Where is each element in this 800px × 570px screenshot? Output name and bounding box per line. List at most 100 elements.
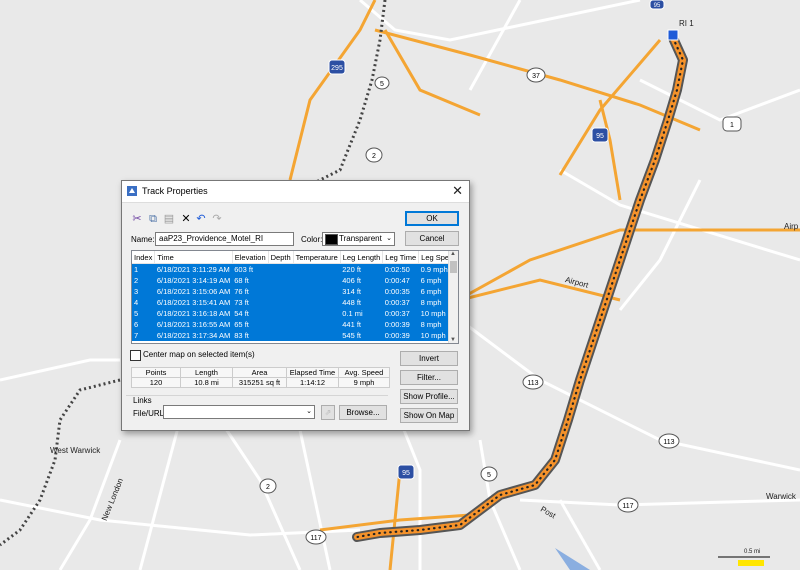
center-map-label: Center map on selected item(s) bbox=[143, 350, 255, 359]
cell: 5 bbox=[132, 308, 155, 319]
table-row[interactable]: 7 6/18/2021 3:17:34 AM 83 ft 545 ft 0:00:39 1… bbox=[132, 330, 458, 341]
track-points-table[interactable]: Index Time Elevation Depth Temperature L… bbox=[131, 250, 459, 344]
scale-highlight bbox=[738, 560, 764, 566]
cell: 448 ft bbox=[340, 297, 383, 308]
cell bbox=[268, 275, 294, 286]
cell: 4 bbox=[132, 297, 155, 308]
track-stats-table: Points 120 Length 10.8 mi Area 315251 sq ft… bbox=[131, 367, 390, 388]
stat-elapsed-time: Elapsed Time 1:14:12 bbox=[286, 367, 339, 388]
route-shield-label: 117 bbox=[310, 535, 321, 542]
cell bbox=[293, 263, 341, 275]
cell: 6/18/2021 3:11:29 AM bbox=[154, 263, 233, 275]
cell: 6/18/2021 3:14:19 AM bbox=[154, 275, 233, 286]
route-shield-label: 113 bbox=[527, 380, 538, 387]
table-row[interactable]: 1 6/18/2021 3:11:29 AM 603 ft 220 ft 0:02:50… bbox=[132, 263, 458, 275]
paste-icon[interactable]: ▤ bbox=[162, 212, 176, 226]
color-value: Transparent bbox=[339, 234, 382, 243]
route-shield-label: 95 bbox=[596, 133, 604, 140]
dialog-title: Track Properties bbox=[142, 186, 208, 196]
route-shield-label: 95 bbox=[654, 3, 661, 9]
column-header-leg-length[interactable]: Leg Length bbox=[340, 251, 384, 264]
stat-length: Length 10.8 mi bbox=[180, 367, 233, 388]
show-profile-button[interactable]: Show Profile... bbox=[400, 389, 458, 404]
stat-value: 1:14:12 bbox=[299, 378, 326, 387]
column-header-temperature[interactable]: Temperature bbox=[293, 251, 341, 264]
cell bbox=[293, 330, 341, 341]
cell: 7 bbox=[132, 330, 155, 341]
cell: 54 ft bbox=[232, 308, 269, 319]
stat-value: 10.8 mi bbox=[194, 378, 219, 387]
show-on-map-button[interactable]: Show On Map bbox=[400, 408, 458, 423]
route-shield-label: 2 bbox=[266, 484, 270, 491]
filter-button[interactable]: Filter... bbox=[400, 370, 458, 385]
map-label-airport-right: Airp bbox=[784, 222, 799, 231]
stat-header: Elapsed Time bbox=[287, 368, 338, 378]
route-117-shield-1: 117 bbox=[305, 529, 327, 545]
route-shield-label: 5 bbox=[380, 81, 384, 88]
cell: 6 bbox=[132, 319, 155, 330]
cell: 0:00:39 bbox=[382, 330, 419, 341]
table-row[interactable]: 5 6/18/2021 3:16:18 AM 54 ft 0.1 mi 0:00:37 1… bbox=[132, 308, 458, 319]
route-113-shield-2: 113 bbox=[658, 433, 680, 449]
cell: 6/18/2021 3:15:06 AM bbox=[154, 286, 233, 297]
delete-icon[interactable]: ✕ bbox=[179, 212, 193, 226]
cell: 406 ft bbox=[340, 275, 383, 286]
invert-button[interactable]: Invert bbox=[400, 351, 458, 366]
table-row[interactable]: 4 6/18/2021 3:15:41 AM 73 ft 448 ft 0:00:37 8… bbox=[132, 297, 458, 308]
column-header-depth[interactable]: Depth bbox=[268, 251, 294, 264]
ok-button[interactable]: OK bbox=[405, 211, 459, 226]
route-113-shield-1: 113 bbox=[522, 374, 544, 390]
route-117-shield-2: 117 bbox=[617, 497, 639, 513]
interstate-95-shield-top: 95 bbox=[591, 127, 609, 143]
cell: 0:00:47 bbox=[382, 275, 419, 286]
cell: 603 ft bbox=[232, 263, 269, 275]
close-icon[interactable]: ✕ bbox=[452, 183, 463, 199]
copy-icon[interactable]: ⧉ bbox=[146, 212, 160, 226]
cell: 545 ft bbox=[340, 330, 383, 341]
track-name-input[interactable]: aaP23_Providence_Motel_RI bbox=[155, 232, 294, 246]
color-label: Color: bbox=[301, 235, 323, 244]
browse-button[interactable]: Browse... bbox=[339, 405, 387, 420]
center-map-checkbox[interactable] bbox=[130, 350, 141, 361]
route-2-shield-top: 2 bbox=[365, 147, 383, 163]
route-shield-label: 95 bbox=[402, 470, 410, 477]
undo-icon[interactable]: ↶ bbox=[194, 212, 208, 226]
dialog-titlebar[interactable]: Track Properties ✕ bbox=[122, 181, 469, 203]
route-shield-label: 117 bbox=[622, 503, 633, 510]
route-shield-label: 113 bbox=[663, 439, 674, 446]
table-row[interactable]: 6 6/18/2021 3:16:55 AM 65 ft 441 ft 0:00:39 8… bbox=[132, 319, 458, 330]
cell bbox=[293, 319, 341, 330]
route-shield-label: 2 bbox=[372, 153, 376, 160]
column-header-index[interactable]: Index bbox=[132, 251, 156, 264]
cell: 73 ft bbox=[232, 297, 269, 308]
color-swatch bbox=[325, 234, 338, 245]
color-dropdown[interactable]: Transparent ⌄ bbox=[322, 232, 395, 246]
file-url-label: File/URL: bbox=[133, 409, 167, 418]
column-header-elevation[interactable]: Elevation bbox=[232, 251, 269, 264]
cell: 76 ft bbox=[232, 286, 269, 297]
open-link-icon[interactable]: ⇗ bbox=[321, 405, 335, 420]
column-header-time[interactable]: Time bbox=[154, 251, 233, 264]
table-vertical-scrollbar[interactable]: ▲ ▼ bbox=[448, 251, 458, 343]
track-start-marker[interactable] bbox=[667, 29, 679, 41]
table-header-row: Index Time Elevation Depth Temperature L… bbox=[132, 251, 458, 264]
scroll-up-icon[interactable]: ▲ bbox=[450, 251, 456, 257]
cell bbox=[293, 286, 341, 297]
table-row[interactable]: 2 6/18/2021 3:14:19 AM 68 ft 406 ft 0:00:47 6… bbox=[132, 275, 458, 286]
cell: 1 bbox=[132, 263, 155, 275]
file-url-input[interactable]: ⌄ bbox=[163, 405, 315, 419]
cancel-button[interactable]: Cancel bbox=[405, 231, 459, 246]
scroll-thumb[interactable] bbox=[450, 261, 457, 273]
cell: 3 bbox=[132, 286, 155, 297]
cell: 0:00:39 bbox=[382, 319, 419, 330]
cut-icon[interactable]: ✂ bbox=[130, 212, 144, 226]
cell: 0.1 mi bbox=[340, 308, 383, 319]
scroll-down-icon[interactable]: ▼ bbox=[450, 337, 456, 343]
redo-icon[interactable]: ↷ bbox=[210, 212, 224, 226]
column-header-leg-time[interactable]: Leg Time bbox=[382, 251, 420, 264]
cell: 0:02:50 bbox=[382, 263, 419, 275]
route-5-shield-top: 5 bbox=[374, 76, 390, 90]
cell: 6/18/2021 3:16:18 AM bbox=[154, 308, 233, 319]
cell bbox=[268, 308, 294, 319]
table-row[interactable]: 3 6/18/2021 3:15:06 AM 76 ft 314 ft 0:00:35 6… bbox=[132, 286, 458, 297]
